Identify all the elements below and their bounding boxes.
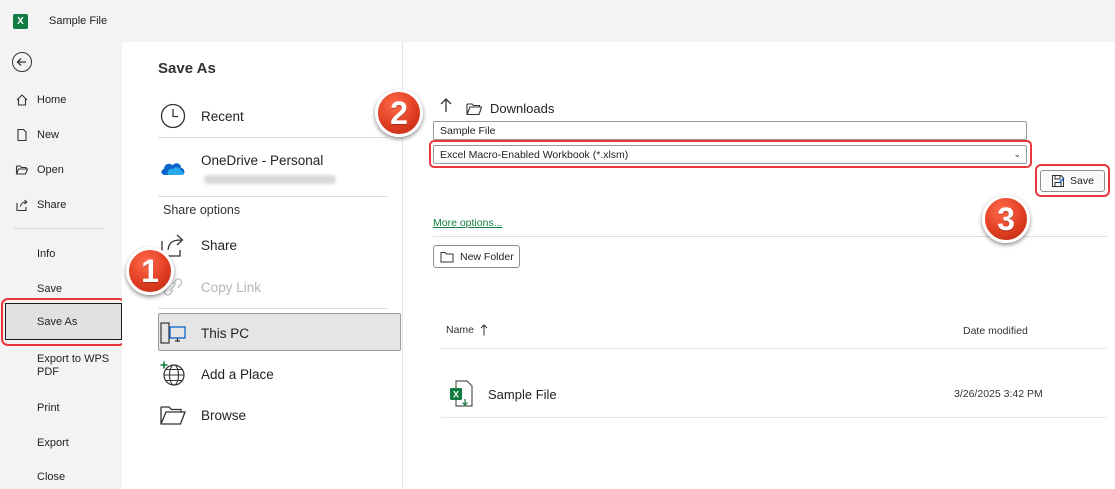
folder-icon [466,102,483,115]
filename-input[interactable]: Sample File [433,121,1027,140]
step-badge-1: 1 [126,247,174,295]
title-bar: X Sample File [0,0,1115,42]
location-onedrive-label: OneDrive - Personal [201,153,324,168]
home-icon [14,92,30,108]
current-folder: Downloads [466,101,554,116]
location-browse[interactable]: Browse [158,395,401,435]
page-title: Save As [158,60,216,77]
onedrive-cloud-icon [158,153,188,183]
location-browse-label: Browse [201,407,247,423]
column-header-date-modified[interactable]: Date modified [963,325,1028,337]
nav-new[interactable]: New [14,123,59,147]
step-badge-3: 3 [982,195,1030,243]
location-copy-link: Copy Link [158,267,401,307]
new-folder-button[interactable]: New Folder [433,245,520,268]
location-this-pc[interactable]: This PC [158,313,401,353]
divider [158,137,388,138]
divider [158,308,388,309]
excel-icon: X [13,14,28,29]
share-icon [14,197,30,213]
divider [441,348,1107,349]
nav-print[interactable]: Print [37,402,60,415]
location-share-label: Share [201,237,238,253]
sort-ascending-icon [480,324,488,336]
highlight-save-button [1035,164,1110,197]
highlight-filetype [429,140,1032,168]
back-arrow-icon[interactable] [12,52,32,72]
step-badge-2: 2 [375,89,423,137]
nav-divider [14,228,104,229]
column-header-name[interactable]: Name [446,324,488,336]
nav-share[interactable]: Share [14,193,66,217]
open-folder-icon [14,162,30,178]
location-add-place[interactable]: Add a Place [158,354,401,394]
account-email-redacted [204,175,336,184]
column-name-label: Name [446,324,475,336]
nav-export[interactable]: Export [37,437,69,450]
file-name: Sample File [488,387,557,402]
nav-home-label: Home [37,94,67,106]
excel-file-icon: X [448,379,474,414]
highlight-save-as [1,298,126,346]
current-folder-label: Downloads [490,101,555,116]
window-title: Sample File [49,15,108,27]
nav-save[interactable]: Save [37,283,62,296]
computer-icon [158,318,188,348]
nav-export-wps-pdf[interactable]: Export to WPS PDF [37,353,112,379]
divider [158,196,388,197]
location-add-place-label: Add a Place [201,366,274,382]
nav-share-label: Share [37,199,67,211]
file-row[interactable]: X Sample File 3/26/2025 3:42 PM [441,373,1107,417]
divider [441,417,1107,418]
nav-info[interactable]: Info [37,248,55,261]
nav-open[interactable]: Open [14,158,64,182]
location-recent-label: Recent [201,108,244,124]
folder-icon [440,251,454,262]
up-arrow-icon[interactable] [439,97,453,118]
file-panel: Downloads Sample File Excel Macro-Enable… [403,42,1115,489]
svg-text:X: X [453,390,459,400]
nav-new-label: New [37,129,60,141]
share-options-header: Share options [163,203,241,217]
location-recent[interactable]: Recent [158,96,401,136]
nav-open-label: Open [37,164,64,176]
clock-icon [158,101,188,131]
location-share[interactable]: Share [158,225,401,265]
location-this-pc-label: This PC [201,325,250,341]
more-options-link[interactable]: More options... [433,217,502,229]
browse-folder-icon [158,400,188,430]
new-folder-label: New Folder [460,250,514,263]
nav-home[interactable]: Home [14,88,66,112]
file-date-modified: 3/26/2025 3:42 PM [954,388,1043,400]
add-place-globe-icon [158,359,188,389]
nav-close[interactable]: Close [37,471,65,484]
new-file-icon [14,127,30,143]
backstage-nav: Home New Open Share Info Save Save As Ex… [0,42,126,489]
location-copy-link-label: Copy Link [201,279,262,295]
